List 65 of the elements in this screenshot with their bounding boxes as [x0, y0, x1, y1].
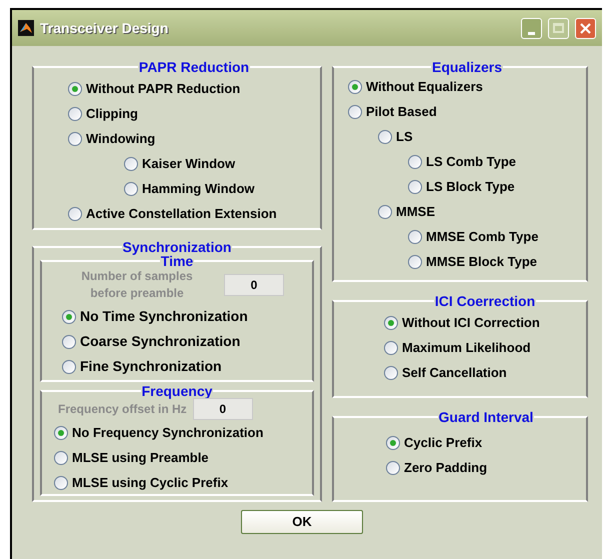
minimize-button[interactable]	[521, 18, 542, 38]
radio-button[interactable]	[408, 254, 422, 268]
radio-button[interactable]	[378, 204, 392, 218]
radio-button[interactable]	[384, 366, 398, 380]
option-label: MLSE using Preamble	[72, 448, 209, 467]
radio-button[interactable]	[384, 340, 398, 354]
option-label: MLSE using Cyclic Prefix	[72, 474, 228, 492]
group-title: Guard Interval	[438, 410, 534, 424]
radio-button[interactable]	[68, 206, 82, 220]
option-label: Clipping	[86, 104, 138, 123]
close-button[interactable]	[575, 18, 596, 38]
radio-button[interactable]	[348, 104, 362, 118]
option-label: Hamming Window	[142, 180, 255, 198]
radio-button[interactable]	[386, 460, 400, 474]
ok-button[interactable]: OK	[241, 510, 363, 534]
radio-button[interactable]	[54, 450, 68, 464]
option-label: MMSE	[396, 202, 435, 221]
option-label: LS Comb Type	[426, 152, 516, 171]
option-label: No Time Synchronization	[80, 307, 248, 326]
option-label: Windowing	[86, 130, 156, 148]
radio-button[interactable]	[124, 182, 138, 196]
option-label: Active Constellation Extension	[86, 204, 277, 223]
group-title: Synchronization	[122, 240, 232, 254]
radio-button[interactable]	[124, 156, 138, 170]
radio-button[interactable]	[68, 82, 82, 96]
option-label: MMSE Block Type	[426, 252, 538, 271]
group-title: ICI Coerrection	[434, 294, 536, 308]
window-title: Transceiver Design	[40, 18, 170, 38]
option-label: Pilot Based	[366, 102, 437, 121]
option-label: Coarse Synchronization	[80, 332, 240, 351]
option-label: Kaiser Window	[142, 154, 236, 173]
option-label: No Frequency Synchronization	[72, 424, 264, 442]
group-title: Equalizers	[430, 60, 504, 74]
radio-button[interactable]	[54, 426, 68, 440]
radio-button[interactable]	[386, 436, 400, 450]
option-label: Cyclic Prefix	[404, 434, 482, 452]
option-label: Without ICI Correction	[402, 314, 540, 332]
group-title: Frequency	[140, 384, 214, 398]
field-label: Frequency offset in Hz	[58, 400, 187, 418]
radio-button[interactable]	[408, 230, 422, 244]
radio-button[interactable]	[408, 154, 422, 168]
radio-button[interactable]	[68, 106, 82, 120]
option-label: Self Cancellation	[402, 364, 507, 382]
option-label: LS Block Type	[426, 178, 515, 196]
radio-button[interactable]	[68, 132, 82, 146]
radio-button[interactable]	[408, 180, 422, 194]
close-icon	[580, 22, 591, 34]
option-label: Fine Synchronization	[80, 357, 222, 376]
group-title: PAPR Reduction	[138, 60, 250, 74]
field-label: Number of samples before preamble	[80, 268, 194, 302]
group-title: Time	[160, 254, 194, 268]
radio-button[interactable]	[62, 334, 76, 348]
radio-button[interactable]	[54, 476, 68, 490]
option-label: Without PAPR Reduction	[86, 80, 240, 98]
option-label: LS	[396, 128, 413, 146]
radio-button[interactable]	[62, 360, 76, 374]
radio-button[interactable]	[62, 310, 76, 324]
radio-button[interactable]	[378, 130, 392, 144]
option-label: MMSE Comb Type	[426, 228, 538, 246]
option-label: Without Equalizers	[366, 78, 483, 96]
app-logo-icon	[18, 20, 34, 36]
option-label: Maximum Likelihood	[402, 338, 531, 357]
radio-button[interactable]	[384, 316, 398, 330]
radio-button[interactable]	[348, 80, 362, 94]
option-label: Zero Padding	[404, 458, 488, 477]
